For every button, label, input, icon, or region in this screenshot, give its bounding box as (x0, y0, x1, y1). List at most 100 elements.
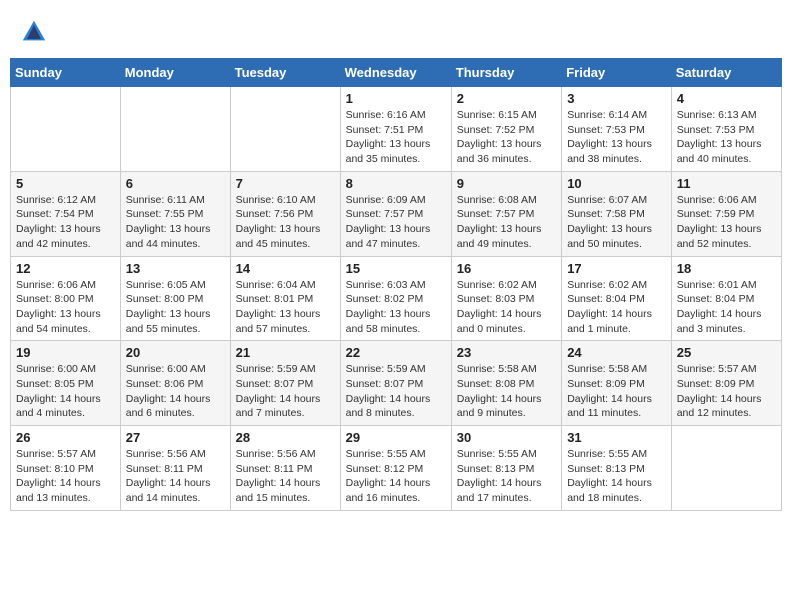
day-info: Sunrise: 6:11 AM Sunset: 7:55 PM Dayligh… (126, 193, 225, 252)
calendar-cell: 8 Sunrise: 6:09 AM Sunset: 7:57 PM Daylig… (340, 171, 451, 256)
calendar-cell: 29 Sunrise: 5:55 AM Sunset: 8:12 PM Dayli… (340, 426, 451, 511)
day-number: 25 (677, 345, 776, 360)
calendar-cell (671, 426, 781, 511)
day-info: Sunrise: 6:04 AM Sunset: 8:01 PM Dayligh… (236, 278, 335, 337)
day-info: Sunrise: 5:55 AM Sunset: 8:13 PM Dayligh… (457, 447, 556, 506)
week-row-4: 19 Sunrise: 6:00 AM Sunset: 8:05 PM Dayli… (11, 341, 782, 426)
week-row-2: 5 Sunrise: 6:12 AM Sunset: 7:54 PM Daylig… (11, 171, 782, 256)
calendar-cell: 30Sunrise: 5:55 AM Sunset: 8:13 PM Dayli… (451, 426, 561, 511)
day-number: 1 (346, 91, 446, 106)
calendar-cell: 6 Sunrise: 6:11 AM Sunset: 7:55 PM Daylig… (120, 171, 230, 256)
day-info: Sunrise: 6:02 AM Sunset: 8:03 PM Dayligh… (457, 278, 556, 337)
day-number: 27 (126, 430, 225, 445)
calendar-cell: 11 Sunrise: 6:06 AM Sunset: 7:59 PM Dayli… (671, 171, 781, 256)
calendar-header: SundayMondayTuesdayWednesdayThursdayFrid… (11, 59, 782, 87)
page-header (10, 10, 782, 58)
day-number: 29 (346, 430, 446, 445)
day-number: 6 (126, 176, 225, 191)
day-info: Sunrise: 5:59 AM Sunset: 8:07 PM Dayligh… (236, 362, 335, 421)
day-number: 12 (16, 261, 115, 276)
day-info: Sunrise: 6:09 AM Sunset: 7:57 PM Dayligh… (346, 193, 446, 252)
day-header-saturday: Saturday (671, 59, 781, 87)
day-info: Sunrise: 6:14 AM Sunset: 7:53 PM Dayligh… (567, 108, 666, 167)
calendar-cell: 28Sunrise: 5:56 AM Sunset: 8:11 PM Dayli… (230, 426, 340, 511)
calendar-cell: 22 Sunrise: 5:59 AM Sunset: 8:07 PM Dayli… (340, 341, 451, 426)
day-number: 18 (677, 261, 776, 276)
calendar-cell: 21 Sunrise: 5:59 AM Sunset: 8:07 PM Dayli… (230, 341, 340, 426)
calendar-cell: 12 Sunrise: 6:06 AM Sunset: 8:00 PM Dayli… (11, 256, 121, 341)
day-info: Sunrise: 6:06 AM Sunset: 7:59 PM Dayligh… (677, 193, 776, 252)
day-number: 24 (567, 345, 666, 360)
day-number: 21 (236, 345, 335, 360)
calendar-cell (120, 87, 230, 172)
week-row-1: 1Sunrise: 6:16 AM Sunset: 7:51 PM Daylig… (11, 87, 782, 172)
calendar-cell: 13 Sunrise: 6:05 AM Sunset: 8:00 PM Dayli… (120, 256, 230, 341)
day-info: Sunrise: 6:02 AM Sunset: 8:04 PM Dayligh… (567, 278, 666, 337)
day-header-friday: Friday (562, 59, 672, 87)
calendar-cell (230, 87, 340, 172)
day-info: Sunrise: 5:55 AM Sunset: 8:12 PM Dayligh… (346, 447, 446, 506)
day-info: Sunrise: 6:00 AM Sunset: 8:05 PM Dayligh… (16, 362, 115, 421)
day-number: 2 (457, 91, 556, 106)
day-info: Sunrise: 5:58 AM Sunset: 8:08 PM Dayligh… (457, 362, 556, 421)
day-number: 9 (457, 176, 556, 191)
calendar-cell: 31 Sunrise: 5:55 AM Sunset: 8:13 PM Dayli… (562, 426, 672, 511)
calendar-cell: 2Sunrise: 6:15 AM Sunset: 7:52 PM Daylig… (451, 87, 561, 172)
day-info: Sunrise: 5:57 AM Sunset: 8:09 PM Dayligh… (677, 362, 776, 421)
day-number: 15 (346, 261, 446, 276)
day-info: Sunrise: 5:56 AM Sunset: 8:11 PM Dayligh… (236, 447, 335, 506)
day-info: Sunrise: 5:58 AM Sunset: 8:09 PM Dayligh… (567, 362, 666, 421)
day-number: 14 (236, 261, 335, 276)
day-number: 16 (457, 261, 556, 276)
week-row-5: 26Sunrise: 5:57 AM Sunset: 8:10 PM Dayli… (11, 426, 782, 511)
logo (20, 18, 52, 46)
day-number: 22 (346, 345, 446, 360)
day-info: Sunrise: 6:12 AM Sunset: 7:54 PM Dayligh… (16, 193, 115, 252)
day-info: Sunrise: 6:05 AM Sunset: 8:00 PM Dayligh… (126, 278, 225, 337)
day-number: 20 (126, 345, 225, 360)
calendar-cell: 14 Sunrise: 6:04 AM Sunset: 8:01 PM Dayli… (230, 256, 340, 341)
calendar-cell: 18 Sunrise: 6:01 AM Sunset: 8:04 PM Dayli… (671, 256, 781, 341)
calendar-cell: 9 Sunrise: 6:08 AM Sunset: 7:57 PM Daylig… (451, 171, 561, 256)
calendar-cell: 15 Sunrise: 6:03 AM Sunset: 8:02 PM Dayli… (340, 256, 451, 341)
week-row-3: 12 Sunrise: 6:06 AM Sunset: 8:00 PM Dayli… (11, 256, 782, 341)
calendar-cell: 5 Sunrise: 6:12 AM Sunset: 7:54 PM Daylig… (11, 171, 121, 256)
calendar-cell: 24 Sunrise: 5:58 AM Sunset: 8:09 PM Dayli… (562, 341, 672, 426)
calendar-cell: 26Sunrise: 5:57 AM Sunset: 8:10 PM Dayli… (11, 426, 121, 511)
logo-icon (20, 18, 48, 46)
day-number: 8 (346, 176, 446, 191)
day-number: 13 (126, 261, 225, 276)
day-info: Sunrise: 6:06 AM Sunset: 8:00 PM Dayligh… (16, 278, 115, 337)
calendar-cell: 16 Sunrise: 6:02 AM Sunset: 8:03 PM Dayli… (451, 256, 561, 341)
header-row: SundayMondayTuesdayWednesdayThursdayFrid… (11, 59, 782, 87)
day-header-monday: Monday (120, 59, 230, 87)
day-info: Sunrise: 5:59 AM Sunset: 8:07 PM Dayligh… (346, 362, 446, 421)
day-header-sunday: Sunday (11, 59, 121, 87)
day-number: 5 (16, 176, 115, 191)
day-number: 3 (567, 91, 666, 106)
day-number: 19 (16, 345, 115, 360)
day-info: Sunrise: 6:03 AM Sunset: 8:02 PM Dayligh… (346, 278, 446, 337)
day-header-wednesday: Wednesday (340, 59, 451, 87)
day-info: Sunrise: 6:07 AM Sunset: 7:58 PM Dayligh… (567, 193, 666, 252)
calendar-cell: 25 Sunrise: 5:57 AM Sunset: 8:09 PM Dayli… (671, 341, 781, 426)
calendar-cell: 10 Sunrise: 6:07 AM Sunset: 7:58 PM Dayli… (562, 171, 672, 256)
calendar-cell: 27 Sunrise: 5:56 AM Sunset: 8:11 PM Dayli… (120, 426, 230, 511)
calendar-cell: 4Sunrise: 6:13 AM Sunset: 7:53 PM Daylig… (671, 87, 781, 172)
day-info: Sunrise: 6:08 AM Sunset: 7:57 PM Dayligh… (457, 193, 556, 252)
day-info: Sunrise: 5:55 AM Sunset: 8:13 PM Dayligh… (567, 447, 666, 506)
day-info: Sunrise: 5:56 AM Sunset: 8:11 PM Dayligh… (126, 447, 225, 506)
day-number: 10 (567, 176, 666, 191)
calendar-cell: 17Sunrise: 6:02 AM Sunset: 8:04 PM Dayli… (562, 256, 672, 341)
calendar-cell: 3 Sunrise: 6:14 AM Sunset: 7:53 PM Daylig… (562, 87, 672, 172)
calendar-cell: 7Sunrise: 6:10 AM Sunset: 7:56 PM Daylig… (230, 171, 340, 256)
day-info: Sunrise: 6:01 AM Sunset: 8:04 PM Dayligh… (677, 278, 776, 337)
day-header-tuesday: Tuesday (230, 59, 340, 87)
day-number: 31 (567, 430, 666, 445)
day-info: Sunrise: 6:00 AM Sunset: 8:06 PM Dayligh… (126, 362, 225, 421)
day-number: 23 (457, 345, 556, 360)
day-header-thursday: Thursday (451, 59, 561, 87)
day-info: Sunrise: 6:13 AM Sunset: 7:53 PM Dayligh… (677, 108, 776, 167)
day-number: 11 (677, 176, 776, 191)
calendar-body: 1Sunrise: 6:16 AM Sunset: 7:51 PM Daylig… (11, 87, 782, 511)
